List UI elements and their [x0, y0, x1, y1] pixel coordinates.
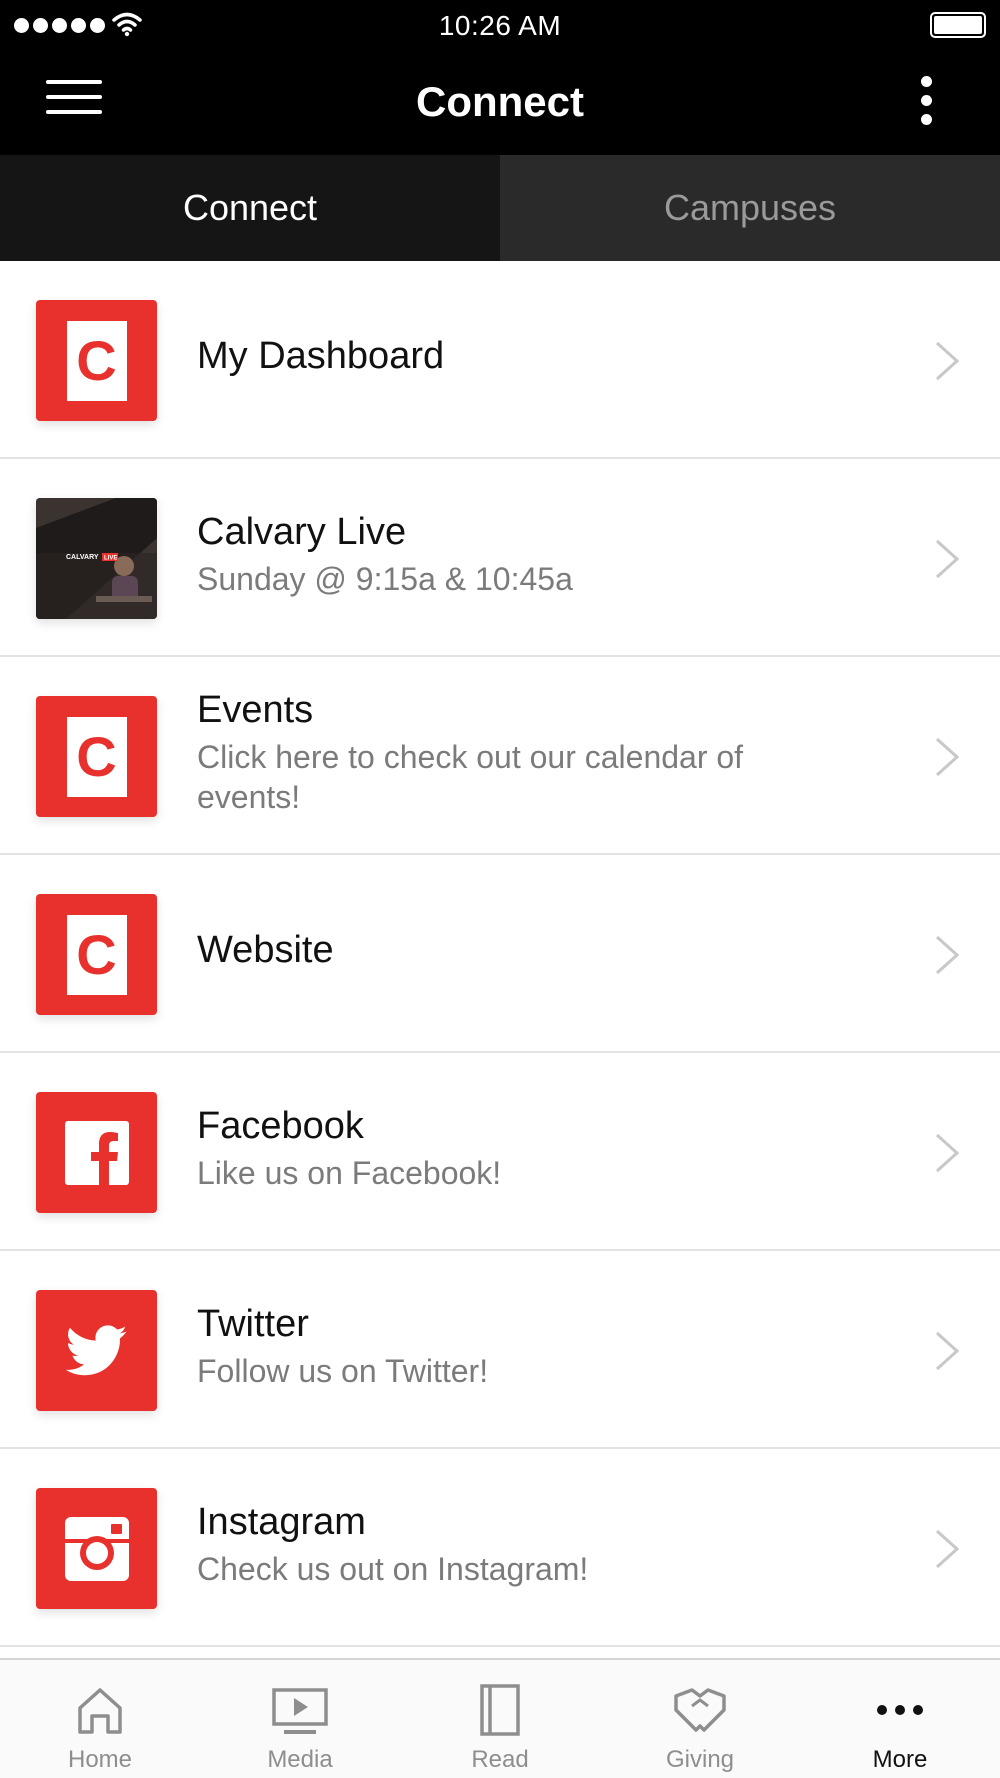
media-icon	[272, 1688, 328, 1734]
tab-label: Giving	[665, 1746, 735, 1773]
status-time: 10:26 AM	[438, 10, 562, 41]
more-options-icon[interactable]	[914, 76, 938, 130]
list-item-title: Twitter	[197, 1303, 309, 1345]
list-item-title: Facebook	[197, 1105, 364, 1147]
tab-label: Media	[267, 1746, 333, 1773]
list-item-facebook[interactable]: Facebook Like us on Facebook!	[0, 1053, 1000, 1251]
list-item-title: Events	[197, 689, 314, 731]
tab-more[interactable]: More	[800, 1660, 1000, 1778]
tab-connect[interactable]: Connect	[0, 155, 500, 261]
list-item-title: Website	[197, 929, 334, 971]
chevron-right-icon	[935, 539, 960, 579]
chevron-right-icon	[935, 737, 960, 777]
tab-label: Home	[67, 1746, 133, 1773]
twitter-icon	[36, 1290, 157, 1411]
segment-tabs: Connect Campuses	[0, 155, 1000, 261]
chevron-right-icon	[935, 935, 960, 975]
giving-icon	[674, 1688, 726, 1732]
calvary-logo-icon: C	[36, 696, 157, 817]
more-icon	[877, 1705, 923, 1715]
instagram-icon	[36, 1488, 157, 1609]
tab-label: Read	[471, 1746, 529, 1773]
list-item-subtitle: Check us out on Instagram!	[197, 1550, 589, 1587]
page-title: Connect	[416, 78, 584, 125]
tab-home[interactable]: Home	[0, 1660, 200, 1778]
list-item-subtitle: Follow us on Twitter!	[197, 1352, 489, 1389]
bottom-tab-bar: Home Media Read Giving More	[0, 1658, 1000, 1778]
list-item-my-dashboard[interactable]: C My Dashboard	[0, 261, 1000, 459]
battery-icon	[930, 12, 986, 38]
tab-media[interactable]: Media	[200, 1660, 400, 1778]
facebook-icon	[36, 1092, 157, 1213]
list-item-events[interactable]: C Events Click here to check out our cal…	[0, 657, 1000, 855]
live-badge-text: LIVE	[104, 556, 117, 562]
navigation-bar: Connect	[0, 50, 1000, 155]
list-item-title: Instagram	[197, 1501, 366, 1543]
chevron-right-icon	[935, 1529, 960, 1569]
home-icon	[78, 1688, 122, 1734]
chevron-right-icon	[935, 1331, 960, 1371]
list-item-subtitle: Click here to check out our calendar of …	[197, 738, 744, 815]
list-item-twitter[interactable]: Twitter Follow us on Twitter!	[0, 1251, 1000, 1449]
tab-label: More	[872, 1746, 928, 1773]
list-item-website[interactable]: C Website	[0, 855, 1000, 1053]
tab-campuses[interactable]: Campuses	[500, 155, 1000, 261]
tab-read[interactable]: Read	[400, 1660, 600, 1778]
list-item-subtitle: Like us on Facebook!	[197, 1154, 502, 1191]
chevron-right-icon	[935, 341, 960, 381]
chevron-right-icon	[935, 1133, 960, 1173]
connect-screen: 10:26 AM Connect Connect Campuses C My D…	[0, 0, 1000, 1778]
list-item-title: Calvary Live	[197, 511, 407, 553]
read-icon	[480, 1684, 520, 1736]
calvary-thumb-text: CALVARY	[66, 554, 99, 561]
calvary-logo-icon: C	[36, 894, 157, 1015]
list-item-instagram[interactable]: Instagram Check us out on Instagram!	[0, 1449, 1000, 1647]
connect-list: C My Dashboard CALVARY LIVE Calvary Live…	[0, 261, 1000, 1647]
list-item-subtitle: Sunday @ 9:15a & 10:45a	[197, 560, 573, 597]
list-item-title: My Dashboard	[197, 335, 445, 377]
tab-giving[interactable]: Giving	[600, 1660, 800, 1778]
list-item-calvary-live[interactable]: CALVARY LIVE Calvary Live Sunday @ 9:15a…	[0, 459, 1000, 657]
status-bar: 10:26 AM	[0, 0, 1000, 50]
calvary-logo-icon: C	[36, 300, 157, 421]
calvary-live-thumbnail: CALVARY LIVE	[36, 498, 157, 619]
